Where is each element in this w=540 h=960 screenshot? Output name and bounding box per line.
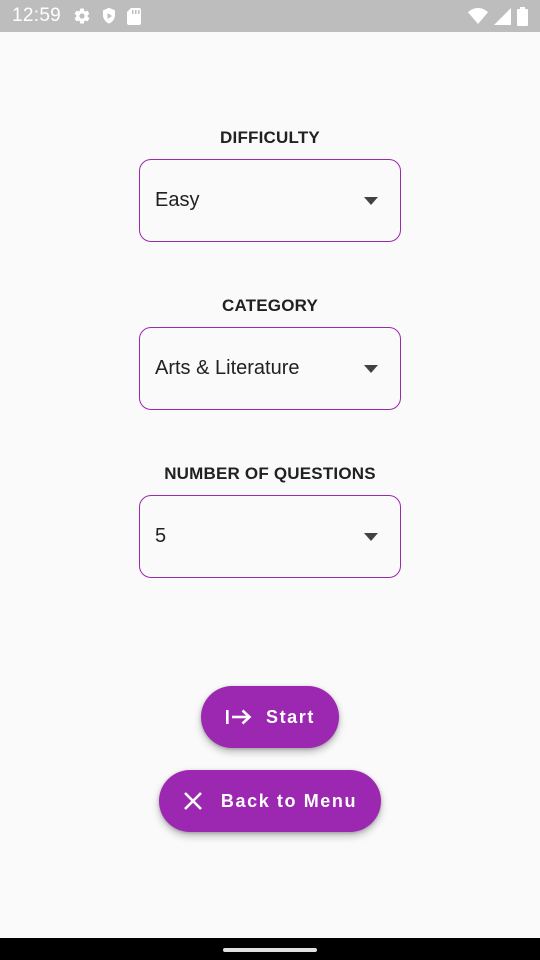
status-bar: 12:59: [0, 0, 540, 32]
dropdown-arrow-icon: [364, 532, 378, 541]
status-right-icons: [468, 6, 528, 26]
difficulty-label: DIFFICULTY: [220, 128, 320, 147]
close-icon: [183, 792, 202, 810]
cell-signal-icon: [494, 7, 511, 25]
category-dropdown[interactable]: Arts & Literature: [139, 327, 401, 410]
category-label: CATEGORY: [221, 296, 319, 315]
category-value: Arts & Literature: [155, 357, 300, 379]
status-left-icons: [73, 7, 142, 25]
navigation-bar: [0, 938, 540, 960]
number-of-questions-label: NUMBER OF QUESTIONS: [164, 464, 376, 483]
start-button-label: Start: [265, 706, 315, 727]
shield-icon: [101, 7, 117, 25]
battery-icon: [517, 6, 528, 26]
start-button[interactable]: Start: [201, 686, 339, 748]
back-to-menu-button[interactable]: Back to Menu: [159, 770, 381, 832]
wifi-icon: [468, 8, 488, 24]
gear-icon: [73, 7, 91, 25]
quiz-setup-screen: DIFFICULTY Easy CATEGORY Arts & Literatu…: [0, 32, 540, 938]
dropdown-arrow-icon: [364, 364, 378, 373]
dropdown-arrow-icon: [364, 196, 378, 205]
number-of-questions-value: 5: [155, 525, 167, 547]
status-time: 12:59: [12, 5, 62, 26]
sd-card-icon: [127, 7, 142, 25]
difficulty-value: Easy: [155, 189, 200, 211]
home-gesture-handle[interactable]: [223, 948, 317, 952]
difficulty-dropdown[interactable]: Easy: [139, 159, 401, 242]
number-of-questions-dropdown[interactable]: 5: [139, 495, 401, 578]
login-arrow-icon: [225, 709, 252, 725]
back-to-menu-button-label: Back to Menu: [220, 790, 358, 811]
